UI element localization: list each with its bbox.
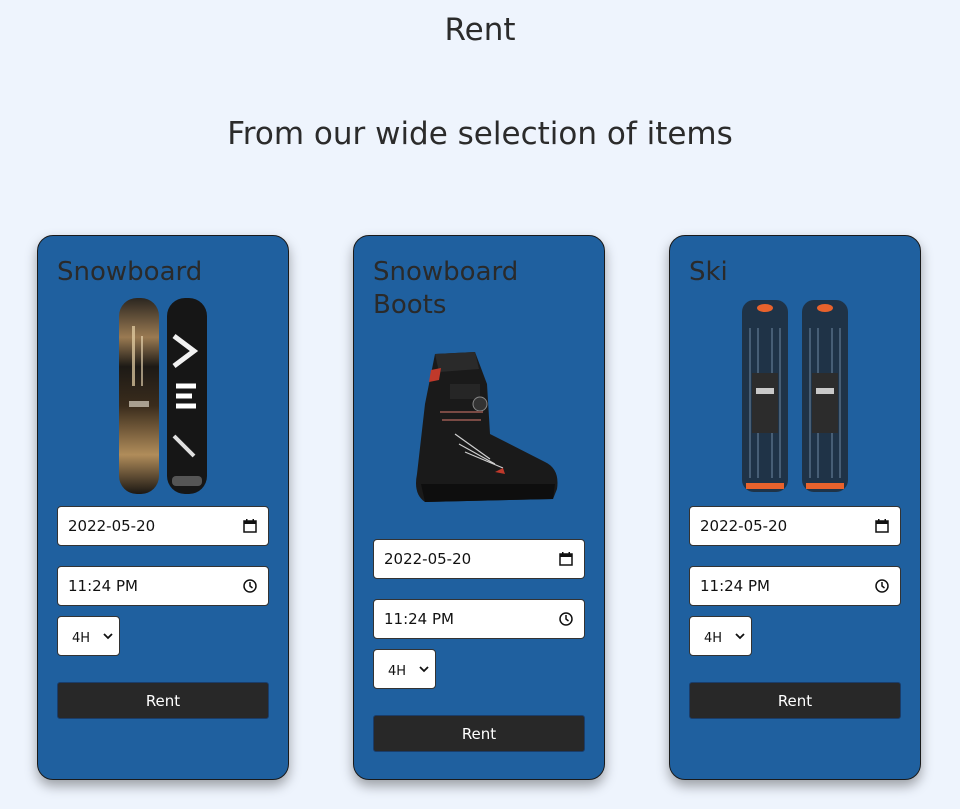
calendar-icon[interactable] <box>558 551 574 567</box>
clock-icon[interactable] <box>874 578 890 594</box>
date-value: 2022-05-20 <box>68 517 156 535</box>
date-value: 2022-05-20 <box>384 550 472 568</box>
duration-select[interactable]: 4H <box>57 616 120 656</box>
chevron-down-icon <box>735 629 745 644</box>
page-subtitle: From our wide selection of items <box>227 116 733 152</box>
duration-value: 4H <box>704 630 723 646</box>
duration-select[interactable]: 4H <box>689 616 752 656</box>
card-title: Snowboard Boots <box>373 257 519 320</box>
rental-time-input[interactable]: 11:24 PM <box>57 566 269 606</box>
snowboard-boot-image <box>354 344 606 509</box>
item-card-snowboard-boots: Snowboard Boots 2022-05-20 11:24 PM 4H R… <box>353 235 605 780</box>
ski-image <box>670 298 922 494</box>
date-value: 2022-05-20 <box>700 517 788 535</box>
time-value: 11:24 PM <box>700 577 770 595</box>
rental-time-input[interactable]: 11:24 PM <box>689 566 901 606</box>
time-value: 11:24 PM <box>384 610 454 628</box>
chevron-down-icon <box>103 629 113 644</box>
chevron-down-icon <box>419 662 429 677</box>
rent-button[interactable]: Rent <box>373 715 585 752</box>
rental-date-input[interactable]: 2022-05-20 <box>689 506 901 546</box>
card-title: Ski <box>689 257 728 287</box>
rental-date-input[interactable]: 2022-05-20 <box>373 539 585 579</box>
item-card-ski: Ski 2022-05-20 11:24 PM 4H Rent <box>669 235 921 780</box>
clock-icon[interactable] <box>242 578 258 594</box>
item-card-snowboard: Snowboard 2022-05-20 11:24 PM 4H Rent <box>37 235 289 780</box>
duration-value: 4H <box>72 630 91 646</box>
time-value: 11:24 PM <box>68 577 138 595</box>
rent-button[interactable]: Rent <box>57 682 269 719</box>
rental-date-input[interactable]: 2022-05-20 <box>57 506 269 546</box>
clock-icon[interactable] <box>558 611 574 627</box>
duration-value: 4H <box>388 663 407 679</box>
duration-select[interactable]: 4H <box>373 649 436 689</box>
calendar-icon[interactable] <box>242 518 258 534</box>
rent-button[interactable]: Rent <box>689 682 901 719</box>
card-title: Snowboard <box>57 257 203 287</box>
snowboard-image <box>38 296 290 496</box>
page-title: Rent <box>444 12 516 48</box>
rental-time-input[interactable]: 11:24 PM <box>373 599 585 639</box>
calendar-icon[interactable] <box>874 518 890 534</box>
